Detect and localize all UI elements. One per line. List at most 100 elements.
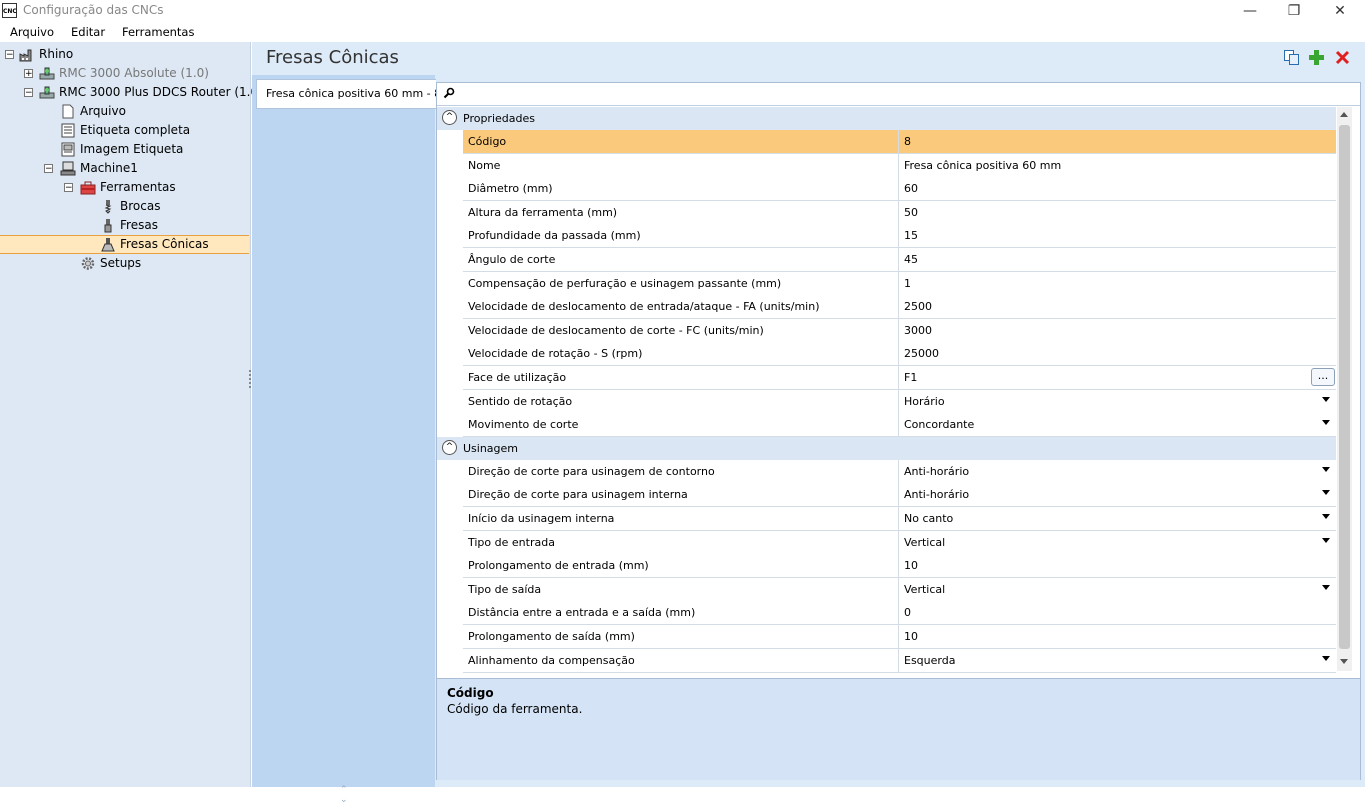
property-row[interactable]: Velocidade de rotação - S (rpm) 25000 [463,342,1336,367]
close-button[interactable]: ✕ [1317,1,1363,21]
tree-node[interactable]: + RMC 3000 Absolute (1.0) [0,64,249,83]
property-name: Nome [468,158,501,172]
property-value[interactable]: 50 [904,206,918,219]
scroll-down-icon[interactable] [1340,659,1348,664]
chevron-down-icon[interactable] [1322,466,1330,472]
collapse-icon[interactable]: − [5,50,14,60]
collapse-icon[interactable]: − [24,88,33,98]
tree-node[interactable]: Arquivo [0,102,249,121]
property-row[interactable]: Profundidade da passada (mm) 15 [463,224,1336,249]
list-item[interactable]: Fresa cônica positiva 60 mm - 8 [256,79,436,109]
property-row[interactable]: Velocidade de deslocamento de corte - FC… [463,318,1336,343]
property-value[interactable]: Concordante [904,418,974,431]
property-row[interactable]: Velocidade de deslocamento de entrada/at… [463,295,1336,320]
tree-node[interactable]: Setups [0,254,249,273]
property-name: Velocidade de deslocamento de entrada/at… [468,300,820,314]
category-header[interactable]: ^ Propriedades [437,107,1336,130]
property-value[interactable]: 2500 [904,300,932,313]
property-value[interactable]: 10 [904,630,918,643]
tree-node-label: Fresas Cônicas [120,237,209,251]
property-row[interactable]: Direção de corte para usinagem interna An… [463,483,1336,508]
property-value[interactable]: Anti-horário [904,488,969,501]
property-row[interactable]: Prolongamento de saída (mm) 10 [463,625,1336,649]
property-value[interactable]: 10 [904,559,918,572]
property-value[interactable]: 0 [904,606,911,619]
tree-node[interactable]: − Ferramentas [0,178,249,197]
property-row[interactable]: Nome Fresa cônica positiva 60 mm [463,153,1336,178]
restore-button[interactable]: ❐ [1271,1,1317,21]
column-divider [898,648,899,672]
scroll-up-icon[interactable] [1340,112,1348,117]
tree-node[interactable]: Fresas [0,216,249,235]
category-label: Propriedades [463,112,535,125]
tree-node[interactable]: Etiqueta completa [0,121,249,140]
mill-bit-icon [100,218,116,233]
property-value[interactable]: Vertical [904,536,945,549]
chevron-down-icon[interactable] [1322,396,1330,402]
property-value[interactable]: 15 [904,229,918,242]
tree-node[interactable]: − Rhino [0,45,249,64]
property-row[interactable]: Compensação de perfuração e usinagem pas… [463,271,1336,296]
property-row[interactable]: Diâmetro (mm) 60 [463,177,1336,202]
minimize-button[interactable]: — [1227,1,1273,21]
chevron-down-icon[interactable] [1322,537,1330,543]
property-value[interactable]: 45 [904,253,918,266]
menu-arquivo[interactable]: Arquivo [10,25,54,39]
property-value[interactable]: 25000 [904,347,939,360]
column-divider [898,507,899,530]
property-value[interactable]: 1 [904,277,911,290]
tree-node[interactable]: Fresas Cônicas [0,235,249,254]
add-icon[interactable] [1308,49,1325,66]
property-value[interactable]: Esquerda [904,654,955,667]
gear-icon [80,256,96,271]
property-value[interactable]: No canto [904,512,953,525]
property-value[interactable]: Horário [904,395,945,408]
scrollbar[interactable] [1337,107,1352,671]
title-bar: CNC Configuração das CNCs — ❐ ✕ [0,0,1365,22]
scrollbar-thumb[interactable] [1339,125,1350,649]
menu-editar[interactable]: Editar [71,25,105,39]
delete-icon[interactable] [1334,49,1351,66]
expand-icon[interactable]: + [24,69,33,79]
chevron-down-icon[interactable] [1322,584,1330,590]
property-row[interactable]: Código 8 [463,130,1336,154]
tree-node[interactable]: − Machine1 [0,159,249,178]
collapse-category-icon[interactable]: ^ [442,110,457,125]
property-value[interactable]: 3000 [904,324,932,337]
property-row[interactable]: Distância entre a entrada e a saída (mm)… [463,601,1336,626]
property-row[interactable]: Prolongamento de entrada (mm) 10 [463,554,1336,579]
property-row[interactable]: Tipo de saída Vertical [463,577,1336,602]
property-value[interactable]: F1 [904,371,917,384]
category-header[interactable]: ^ Usinagem [437,436,1336,460]
property-value[interactable]: Fresa cônica positiva 60 mm [904,159,1061,172]
property-row[interactable]: Movimento de corte Concordante [463,413,1336,438]
property-row[interactable]: Altura da ferramenta (mm) 50 [463,200,1336,225]
chevron-down-icon[interactable] [1322,655,1330,661]
property-row[interactable]: Alinhamento da compensação Esquerda [463,648,1336,673]
tree-node[interactable]: Brocas [0,197,249,216]
chevron-down-icon[interactable] [1322,490,1330,496]
copy-icon[interactable] [1283,49,1300,66]
property-row[interactable]: Início da usinagem interna No canto [463,507,1336,531]
collapse-category-icon[interactable]: ^ [442,439,457,455]
collapse-icon[interactable]: − [64,183,73,193]
tree-node[interactable]: − RMC 3000 Plus DDCS Router (1.0) [0,83,263,102]
list-scroll-arrows-icon[interactable]: ⌃ ⌄ [340,785,348,805]
ellipsis-button[interactable]: ... [1311,368,1335,386]
search-bar[interactable] [437,83,1360,106]
property-value[interactable]: Vertical [904,583,945,596]
chevron-down-icon[interactable] [1322,420,1330,426]
property-row[interactable]: Ângulo de corte 45 [463,248,1336,272]
property-row[interactable]: Tipo de entrada Vertical [463,530,1336,555]
property-rows: ^ Propriedades Código 8 Nome Fresa cônica pos… [437,107,1336,673]
menu-ferramentas[interactable]: Ferramentas [122,25,194,39]
property-row[interactable]: Face de utilização F1... [463,366,1336,390]
property-row[interactable]: Direção de corte para usinagem de contor… [463,459,1336,484]
property-value[interactable]: 8 [904,135,911,148]
collapse-icon[interactable]: − [44,164,53,174]
property-value[interactable]: 60 [904,182,918,195]
chevron-down-icon[interactable] [1322,514,1330,519]
property-value[interactable]: Anti-horário [904,465,969,478]
tree-node[interactable]: Imagem Etiqueta [0,140,249,159]
property-row[interactable]: Sentido de rotação Horário [463,389,1336,414]
